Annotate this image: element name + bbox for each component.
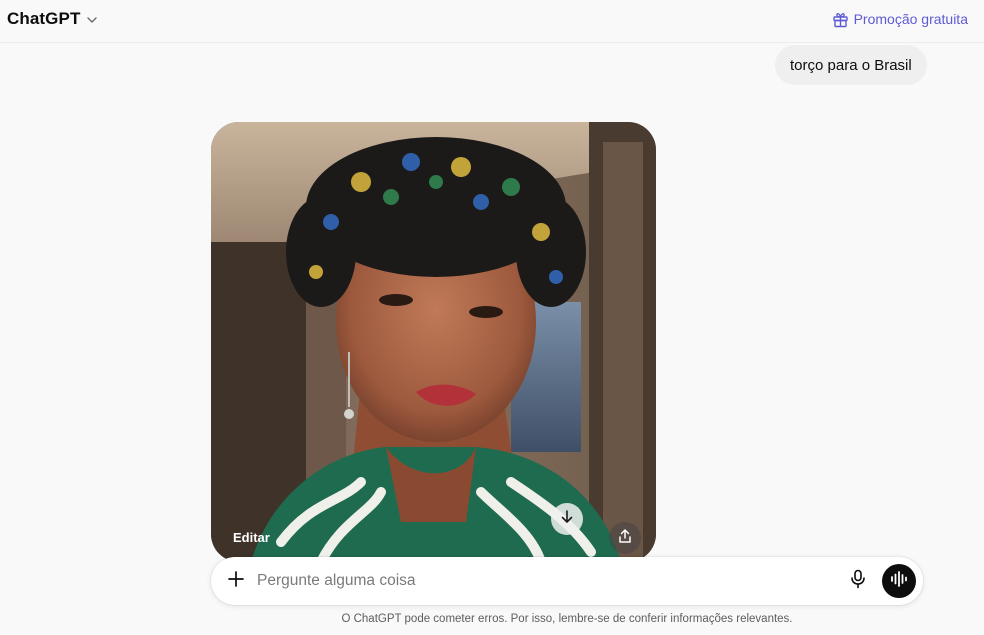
generated-image-card[interactable]: Editar [211,122,656,562]
download-icon [559,509,575,530]
gift-icon [832,11,849,28]
user-message-text: torço para o Brasil [790,56,912,74]
disclaimer-text: O ChatGPT pode cometer erros. Por isso, … [341,613,793,625]
prompt-input[interactable] [257,569,817,593]
edit-image-button[interactable]: Editar [227,526,276,548]
chevron-down-icon [86,13,98,25]
plus-icon [227,570,245,593]
voice-mode-icon [890,570,908,592]
model-selector[interactable]: ChatGPT [7,8,98,30]
attach-button[interactable] [224,569,248,593]
microphone-icon [849,569,867,594]
free-promo-button[interactable]: Promoção gratuita [832,9,968,29]
download-button[interactable] [551,503,583,535]
voice-mode-button[interactable] [882,564,916,598]
dictate-button[interactable] [847,569,869,594]
model-name: ChatGPT [7,9,81,28]
share-button[interactable] [609,522,641,554]
prompt-composer [211,557,923,605]
top-bar: ChatGPT Promoção gratuita [0,0,984,43]
edit-label: Editar [233,529,270,545]
user-message-bubble: torço para o Brasil [775,45,927,85]
share-icon [617,528,633,549]
promo-label: Promoção gratuita [853,11,968,27]
portrait-photo [211,122,656,562]
